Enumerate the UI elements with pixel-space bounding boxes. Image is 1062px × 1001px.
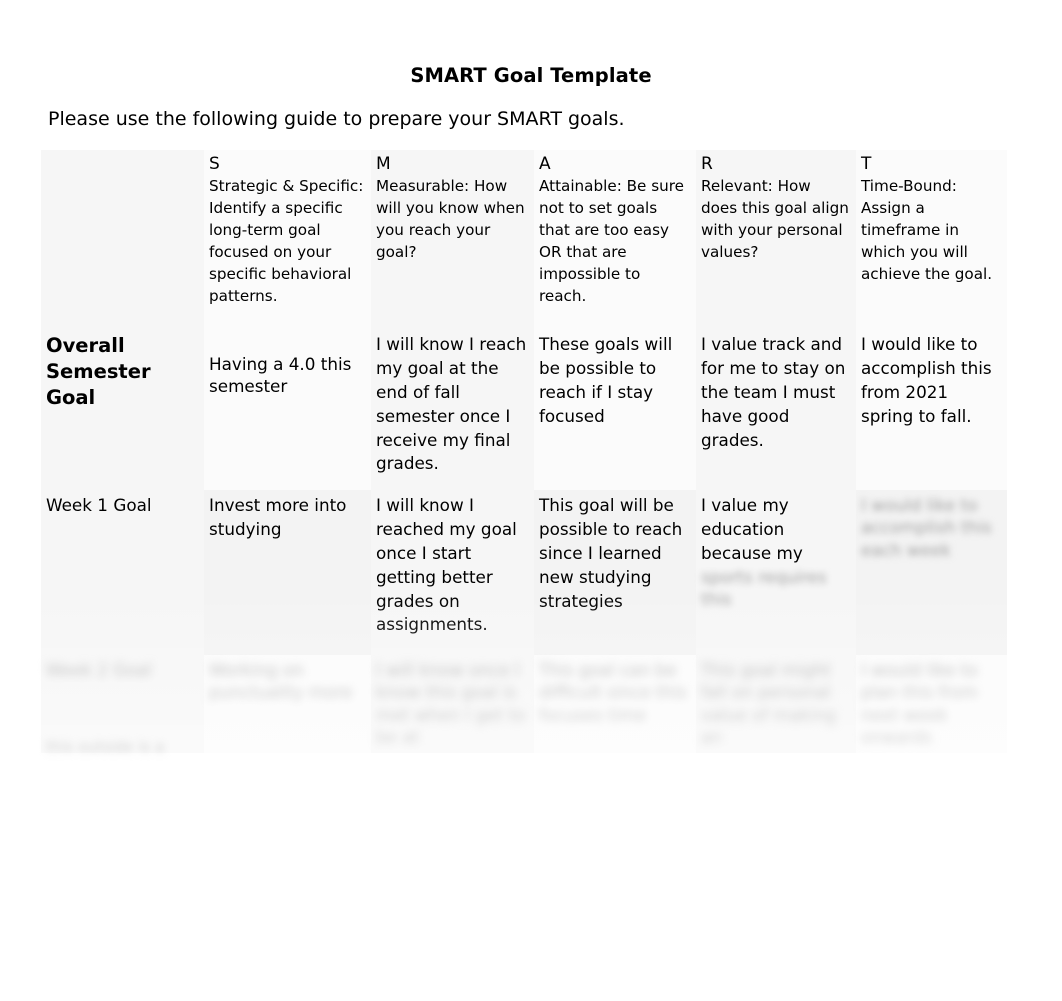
column-letter-m: M (376, 154, 391, 174)
row-label-week2-redacted-text: Week 2 Goal (46, 660, 152, 680)
cell-overall-s[interactable]: Having a 4.0 this semester (204, 329, 371, 490)
header-cell-blank (41, 150, 204, 329)
row-label-overall: Overall Semester Goal (41, 329, 204, 490)
header-cell-t: T Time-Bound: Assign a timeframe in whic… (856, 150, 1007, 329)
smart-goal-table: S Strategic & Specific: Identify a speci… (41, 150, 1007, 754)
header-cell-r: R Relevant: How does this goal align wit… (696, 150, 856, 329)
header-cell-m: M Measurable: How will you know when you… (371, 150, 534, 329)
cell-week2-r-redacted-text: This goal might fall on personal value o… (701, 660, 836, 747)
cell-week2-m-redacted-text: I will know once I know this goal is met… (376, 660, 526, 747)
cell-week1-t-redacted-text: I would like to accomplish this each wee… (861, 495, 992, 560)
cell-overall-t[interactable]: I would like to accomplish this from 202… (856, 329, 1007, 490)
cell-week1-r[interactable]: I value my education because my sports r… (696, 490, 856, 655)
table-header-row: S Strategic & Specific: Identify a speci… (41, 150, 1007, 329)
intro-paragraph: Please use the following guide to prepar… (48, 108, 625, 130)
cell-week2-a[interactable]: This goal can be difficult since this fo… (534, 655, 696, 754)
header-cell-s: S Strategic & Specific: Identify a speci… (204, 150, 371, 329)
cell-week2-t-redacted-text: I would like to plan this from next week… (861, 660, 978, 747)
column-letter-t: T (861, 154, 872, 174)
row-label-week1: Week 1 Goal (41, 490, 204, 655)
row-label-week1-text: Week 1 Goal (46, 495, 152, 515)
cell-overall-a[interactable]: These goals will be possible to reach if… (534, 329, 696, 490)
header-cell-a: A Attainable: Be sure not to set goals t… (534, 150, 696, 329)
smart-goal-table-wrapper: S Strategic & Specific: Identify a speci… (41, 150, 1007, 754)
document-page: SMART Goal Template Please use the follo… (0, 0, 1062, 1001)
cell-overall-s-text: Having a 4.0 this semester (209, 354, 352, 397)
cell-overall-r[interactable]: I value track and for me to stay on the … (696, 329, 856, 490)
cell-week1-a[interactable]: This goal will be possible to reach sinc… (534, 490, 696, 655)
cell-week1-a-text: This goal will be possible to reach sinc… (539, 495, 683, 611)
cell-overall-t-text: I would like to accomplish this from 202… (861, 334, 992, 426)
cell-overall-a-text: These goals will be possible to reach if… (539, 334, 673, 426)
row-label-overall-text: Overall Semester Goal (46, 334, 151, 409)
cell-week2-a-redacted-text: This goal can be difficult since this fo… (539, 660, 687, 725)
cell-week2-t[interactable]: I would like to plan this from next week… (856, 655, 1007, 754)
cell-week2-s[interactable]: Working on punctuality more (204, 655, 371, 754)
cell-week1-r-redacted-text: sports requires this (701, 566, 827, 609)
cell-overall-m-text: I will know I reach my goal at the end o… (376, 334, 527, 474)
cell-overall-m[interactable]: I will know I reach my goal at the end o… (371, 329, 534, 490)
cell-week1-r-text: I value my education because my (701, 495, 803, 563)
column-letter-r: R (701, 154, 713, 174)
table-row-week-2-goal: Week 2 Goal Working on punctuality more … (41, 655, 1007, 754)
column-desc-m: Measurable: How will you know when you r… (376, 177, 525, 261)
footnote-redacted: this outside is a (46, 738, 165, 756)
cell-week1-s[interactable]: Invest more into studying (204, 490, 371, 655)
cell-week1-t[interactable]: I would like to accomplish this each wee… (856, 490, 1007, 655)
table-row-overall-semester-goal: Overall Semester Goal Having a 4.0 this … (41, 329, 1007, 490)
column-desc-s: Strategic & Specific: Identify a specifi… (209, 177, 364, 305)
cell-week2-m[interactable]: I will know once I know this goal is met… (371, 655, 534, 754)
cell-week2-r[interactable]: This goal might fall on personal value o… (696, 655, 856, 754)
cell-week1-m-text: I will know I reached my goal once I sta… (376, 495, 517, 635)
cell-week1-m[interactable]: I will know I reached my goal once I sta… (371, 490, 534, 655)
column-letter-a: A (539, 154, 551, 174)
cell-overall-r-text: I value track and for me to stay on the … (701, 334, 846, 450)
cell-week2-s-redacted-text: Working on punctuality more (209, 660, 353, 703)
column-desc-r: Relevant: How does this goal align with … (701, 177, 849, 261)
cell-week1-s-text: Invest more into studying (209, 495, 347, 539)
column-desc-t: Time-Bound: Assign a timeframe in which … (861, 177, 993, 283)
column-desc-a: Attainable: Be sure not to set goals tha… (539, 177, 685, 305)
page-title: SMART Goal Template (410, 64, 652, 87)
column-letter-s: S (209, 154, 220, 174)
table-row-week-1-goal: Week 1 Goal Invest more into studying I … (41, 490, 1007, 655)
